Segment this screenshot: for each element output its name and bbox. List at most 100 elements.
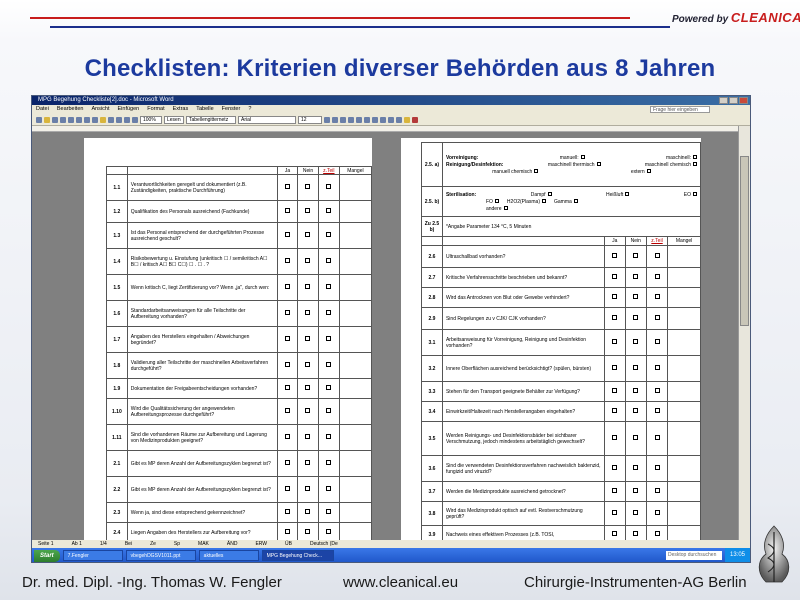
checkbox-teil[interactable] [326,232,332,237]
checkbox-ja[interactable] [284,434,290,439]
checkbox-teil[interactable] [326,460,332,465]
mangel-cell[interactable] [338,326,372,353]
mangel-cell[interactable] [338,248,372,275]
checkbox-ja[interactable] [284,408,290,413]
checkbox-nein[interactable] [633,488,639,493]
paste-icon[interactable] [100,116,106,123]
mangel-cell[interactable] [667,267,701,288]
checkbox-teil[interactable] [654,388,660,393]
mangel-cell[interactable] [667,455,701,482]
checkbox-ja[interactable] [612,488,618,493]
checkbox-teil[interactable] [654,531,660,536]
mangel-cell[interactable] [667,401,701,422]
footer-url[interactable]: www.cleanical.eu [343,574,458,591]
mangel-cell[interactable] [667,421,701,456]
task-item-aktuelles[interactable]: aktuelles [198,550,259,561]
checkbox[interactable] [596,162,601,167]
align-right-icon[interactable] [364,116,370,123]
redo-icon[interactable] [116,116,122,123]
checkbox-ja[interactable] [284,184,290,189]
checkbox-teil[interactable] [654,253,660,258]
checkbox-nein[interactable] [305,232,311,237]
mangel-cell[interactable] [338,174,372,201]
mangel-cell[interactable] [667,501,701,526]
checkbox-nein[interactable] [305,362,311,367]
vertical-scrollbar[interactable] [738,126,750,540]
checkbox-ja[interactable] [612,510,618,515]
checkbox-ja[interactable] [284,284,290,289]
checkbox-teil[interactable] [654,294,660,299]
checkbox-teil[interactable] [326,258,332,263]
checkbox-ja[interactable] [284,460,290,465]
checkbox-nein[interactable] [305,336,311,341]
checkbox-teil[interactable] [326,184,332,189]
align-center-icon[interactable] [356,116,362,123]
checkbox-ja[interactable] [284,385,290,390]
menu-item[interactable]: Ansicht [91,105,109,114]
start-button[interactable]: Start [34,549,60,562]
desktop-search-input[interactable]: Desktop durchsuchen [665,551,722,560]
checkbox-nein[interactable] [305,486,311,491]
checkbox-teil[interactable] [654,339,660,344]
indent-icon[interactable] [396,116,402,123]
checkbox-nein[interactable] [305,385,311,390]
italic-icon[interactable] [332,116,338,123]
checkbox-ja[interactable] [612,315,618,320]
checkbox-nein[interactable] [305,408,311,413]
mangel-cell[interactable] [667,287,701,308]
checkbox-nein[interactable] [305,184,311,189]
help-search-input[interactable]: Frage hier eingeben [650,106,710,113]
checkbox-ja[interactable] [284,258,290,263]
font-combo[interactable]: Arial [238,115,296,124]
mangel-cell[interactable] [338,424,372,451]
checkbox-nein[interactable] [633,408,639,413]
checkbox-ja[interactable] [612,465,618,470]
checkbox[interactable] [692,192,697,197]
checkbox[interactable] [692,162,697,167]
font-size-combo[interactable]: 12 [298,115,322,124]
underline-icon[interactable] [340,116,346,123]
font-color-icon[interactable] [412,116,418,123]
style-combo[interactable]: Tabellengitternetz [186,115,236,124]
checkbox-nein[interactable] [633,315,639,320]
checkbox-teil[interactable] [654,274,660,279]
checkbox-ja[interactable] [612,253,618,258]
checkbox-nein[interactable] [633,435,639,440]
checkbox[interactable] [534,169,539,174]
copy-icon[interactable] [92,116,98,123]
mangel-cell[interactable] [667,245,701,268]
checkbox-teil[interactable] [654,465,660,470]
justify-icon[interactable] [372,116,378,123]
menu-item[interactable]: Extras [173,105,189,114]
save-icon[interactable] [52,116,58,123]
undo-icon[interactable] [108,116,114,123]
mangel-cell[interactable] [667,307,701,330]
mangel-cell[interactable] [667,329,701,356]
mangel-cell[interactable] [338,352,372,379]
scrollbar-thumb[interactable] [740,156,749,326]
checkbox-ja[interactable] [284,232,290,237]
zoom-combo[interactable]: 100% [140,115,162,124]
checkbox-teil[interactable] [326,362,332,367]
checkbox-teil[interactable] [654,365,660,370]
checkbox-nein[interactable] [305,529,311,534]
checkbox-ja[interactable] [284,509,290,514]
checkbox-ja[interactable] [284,486,290,491]
checkbox-teil[interactable] [326,434,332,439]
checkbox-ja[interactable] [612,435,618,440]
checkbox-teil[interactable] [326,284,332,289]
checkbox-ja[interactable] [284,208,290,213]
mangel-cell[interactable] [338,300,372,327]
mangel-cell[interactable] [667,481,701,502]
checkbox-nein[interactable] [633,253,639,258]
checkbox-ja[interactable] [612,531,618,536]
menu-item[interactable]: Einfügen [118,105,140,114]
checkbox-nein[interactable] [633,274,639,279]
open-folder-icon[interactable] [44,116,50,123]
mangel-cell[interactable] [338,476,372,503]
columns-icon[interactable] [132,116,138,123]
checkbox-teil[interactable] [326,310,332,315]
table-icon[interactable] [124,116,130,123]
mangel-cell[interactable] [338,398,372,425]
highlight-icon[interactable] [404,116,410,123]
